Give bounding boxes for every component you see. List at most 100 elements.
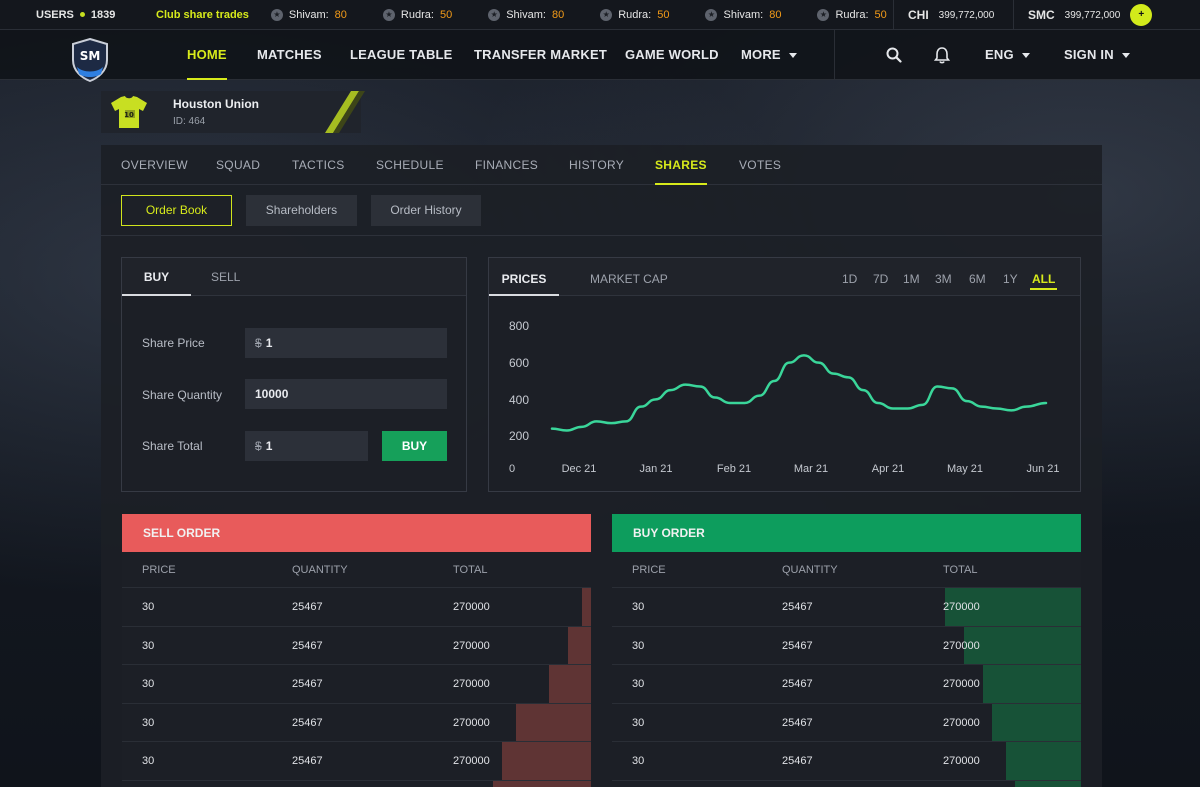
y-tick-label: 400 bbox=[509, 393, 529, 407]
tab-shares[interactable]: SHARES bbox=[655, 145, 707, 185]
nav-home[interactable]: HOME bbox=[187, 30, 227, 80]
order-total: 270000 bbox=[943, 678, 980, 691]
tab-squad[interactable]: SQUAD bbox=[216, 145, 260, 185]
order-quantity: 25467 bbox=[782, 678, 813, 691]
share-price-label: Share Price bbox=[142, 336, 205, 350]
order-row[interactable]: 30 25467 270000 bbox=[122, 780, 591, 787]
tab-schedule[interactable]: SCHEDULE bbox=[376, 145, 444, 185]
order-row[interactable]: 30 25467 270000 bbox=[612, 703, 1081, 743]
chart-tabs: PRICES MARKET CAP 1D 7D 1M 3M 6M 1Y ALL bbox=[489, 258, 1080, 296]
nav-league-table[interactable]: LEAGUE TABLE bbox=[350, 30, 453, 80]
order-row[interactable]: 30 25467 270000 bbox=[122, 703, 591, 743]
order-total: 270000 bbox=[453, 781, 490, 787]
range-6m[interactable]: 6M bbox=[969, 258, 986, 296]
sign-in-menu[interactable]: SIGN IN bbox=[1064, 30, 1130, 80]
sell-order-rows: 30 25467 270000 30 25467 270000 30 25467 270000 3… bbox=[122, 588, 591, 787]
buy-order-columns: PRICE QUANTITY TOTAL bbox=[612, 552, 1081, 588]
trade-form: BUY SELL Share Price $1 Share Quantity 1… bbox=[121, 257, 467, 492]
share-quantity-label: Share Quantity bbox=[142, 388, 223, 402]
search-icon[interactable] bbox=[886, 47, 902, 63]
range-7d[interactable]: 7D bbox=[873, 258, 888, 296]
order-total: 270000 bbox=[453, 678, 490, 691]
club-id: ID: 464 bbox=[173, 116, 206, 127]
order-row[interactable]: 30 25467 270000 bbox=[122, 742, 591, 781]
range-3m[interactable]: 3M bbox=[935, 258, 952, 296]
share-price-input[interactable]: $1 bbox=[245, 328, 447, 358]
trade-user: Shivam: bbox=[723, 8, 764, 21]
depth-bar bbox=[581, 588, 591, 626]
add-funds-icon[interactable]: + bbox=[1130, 4, 1153, 26]
order-row[interactable]: 30 25467 270000 bbox=[612, 665, 1081, 704]
depth-bar bbox=[548, 665, 591, 703]
nav-game-world[interactable]: GAME WORLD bbox=[625, 30, 719, 80]
ball-icon: ★ bbox=[488, 8, 501, 21]
nav-transfer-market[interactable]: TRANSFER MARKET bbox=[474, 30, 607, 80]
sell-order-title: SELL ORDER bbox=[122, 514, 591, 552]
order-row[interactable]: 30 25467 270000 bbox=[612, 742, 1081, 781]
y-tick-label: 600 bbox=[509, 356, 529, 370]
share-quantity-input[interactable]: 10000 bbox=[245, 379, 447, 409]
order-total: 270000 bbox=[453, 639, 490, 652]
nav-matches[interactable]: MATCHES bbox=[257, 30, 322, 80]
x-tick-label: Apr 21 bbox=[872, 463, 904, 475]
buy-order-book: BUY ORDER PRICE QUANTITY TOTAL 30 25467 27… bbox=[612, 514, 1081, 787]
ball-icon: ★ bbox=[600, 8, 613, 21]
order-total: 270000 bbox=[453, 755, 490, 768]
header-accent bbox=[325, 91, 365, 133]
tab-tactics[interactable]: TACTICS bbox=[292, 145, 345, 185]
tab-buy[interactable]: BUY bbox=[122, 258, 191, 296]
users-count: 1839 bbox=[90, 8, 116, 21]
club-name: Houston Union bbox=[173, 97, 259, 111]
tab-overview[interactable]: OVERVIEW bbox=[121, 145, 188, 185]
buy-button[interactable]: BUY bbox=[382, 431, 447, 461]
tab-sell[interactable]: SELL bbox=[211, 258, 240, 296]
range-1m[interactable]: 1M bbox=[903, 258, 920, 296]
tab-votes[interactable]: VOTES bbox=[739, 145, 781, 185]
club-header: 10 Houston Union ID: 464 bbox=[101, 91, 365, 133]
order-row[interactable]: 30 25467 270000 bbox=[122, 665, 591, 704]
order-row[interactable]: 30 25467 270000 bbox=[122, 626, 591, 666]
order-row[interactable]: 30 25467 270000 bbox=[612, 588, 1081, 627]
tab-history[interactable]: HISTORY bbox=[569, 145, 624, 185]
ball-icon: ★ bbox=[270, 8, 283, 21]
chi-value: 399,772,000 bbox=[938, 9, 995, 21]
sign-in-label: SIGN IN bbox=[1064, 47, 1114, 62]
bell-icon[interactable] bbox=[934, 46, 950, 64]
share-quantity-value: 10000 bbox=[255, 387, 289, 401]
nav-more[interactable]: MORE bbox=[741, 30, 797, 80]
order-price: 30 bbox=[632, 601, 645, 613]
order-history-button[interactable]: Order History bbox=[371, 195, 481, 226]
share-total-input[interactable]: $1 bbox=[245, 431, 368, 461]
order-quantity: 25467 bbox=[292, 781, 323, 787]
language-select[interactable]: ENG bbox=[985, 30, 1030, 80]
chi-balance: CHI 399,772,000 bbox=[893, 0, 1013, 30]
shareholders-button[interactable]: Shareholders bbox=[246, 195, 357, 226]
order-quantity: 25467 bbox=[782, 716, 813, 729]
trade-user: Rudra: bbox=[400, 8, 434, 21]
sell-order-book: SELL ORDER PRICE QUANTITY TOTAL 30 25467 2… bbox=[122, 514, 591, 787]
tab-market-cap[interactable]: MARKET CAP bbox=[590, 258, 668, 296]
order-price: 30 bbox=[142, 639, 155, 652]
order-book-button[interactable]: Order Book bbox=[121, 195, 232, 226]
trade-value: 50 bbox=[657, 8, 670, 21]
order-row[interactable]: 30 25467 270000 bbox=[612, 780, 1081, 787]
trade-value: 80 bbox=[334, 8, 347, 21]
order-price: 30 bbox=[142, 678, 155, 691]
tab-prices[interactable]: PRICES bbox=[489, 258, 559, 296]
depth-bar bbox=[991, 703, 1081, 742]
range-1y[interactable]: 1Y bbox=[1003, 258, 1018, 296]
order-price: 30 bbox=[632, 781, 644, 787]
trade-user: Shivam: bbox=[288, 8, 329, 21]
sm-logo-icon[interactable]: SM bbox=[71, 38, 109, 82]
column-total: TOTAL bbox=[453, 564, 488, 576]
x-tick-label: Jan 21 bbox=[639, 463, 672, 475]
price-chart-panel: PRICES MARKET CAP 1D 7D 1M 3M 6M 1Y ALL … bbox=[488, 257, 1081, 492]
club-tabs: OVERVIEW SQUAD TACTICS SCHEDULE FINANCES… bbox=[101, 145, 1102, 185]
order-row[interactable]: 30 25467 270000 bbox=[612, 626, 1081, 666]
buy-order-title: BUY ORDER bbox=[612, 514, 1081, 552]
order-row[interactable]: 30 25467 270000 bbox=[122, 588, 591, 627]
ball-icon: ★ bbox=[705, 8, 718, 21]
tab-finances[interactable]: FINANCES bbox=[475, 145, 538, 185]
range-all[interactable]: ALL bbox=[1029, 258, 1058, 296]
range-1d[interactable]: 1D bbox=[842, 258, 857, 296]
